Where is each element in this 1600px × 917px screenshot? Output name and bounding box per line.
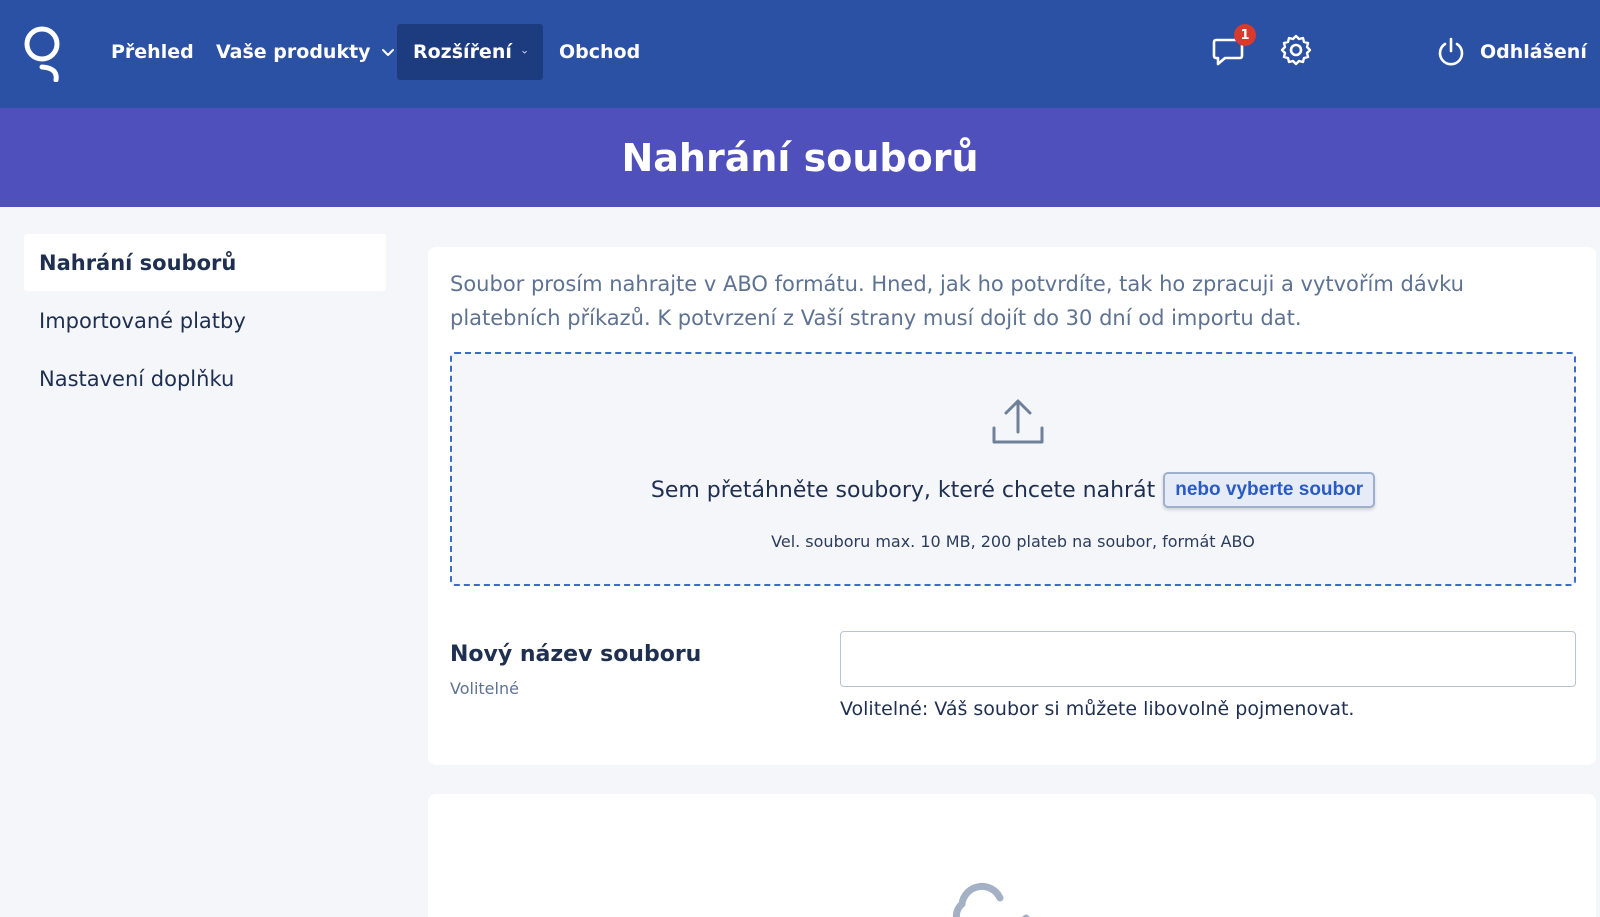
sidebar-item-label: Importované platby <box>39 308 246 333</box>
nav-item-label: Rozšíření <box>413 41 512 63</box>
upload-intro-text: Soubor prosím nahrajte v ABO formátu. Hn… <box>450 272 1464 330</box>
notification-badge: 1 <box>1234 24 1256 46</box>
nav-item-obchod[interactable]: Obchod <box>543 24 656 80</box>
top-navigation: Přehled Vaše produkty Rozšíření Obchod 1… <box>0 0 1600 108</box>
chevron-down-icon <box>381 49 394 56</box>
dropzone-hint: Vel. souboru max. 10 MB, 200 plateb na s… <box>771 532 1255 551</box>
cloud-upload-icon <box>952 882 1030 917</box>
file-dropzone[interactable]: Sem přetáhněte soubory, které chcete nah… <box>450 352 1576 586</box>
logout-label: Odhlášení <box>1480 41 1587 63</box>
sidebar: Nahrání souborů Importované platby Nasta… <box>24 234 386 408</box>
secondary-card <box>428 794 1596 917</box>
sidebar-item-label: Nahrání souborů <box>39 250 237 275</box>
chevron-down-icon <box>522 50 527 54</box>
filename-sublabel: Volitelné <box>450 679 519 698</box>
logout-button[interactable]: Odhlášení <box>1436 30 1587 74</box>
nav-item-label: Přehled <box>111 41 194 63</box>
filename-label: Nový název souboru <box>450 642 702 667</box>
filename-help-text: Volitelné: Váš soubor si můžete libovoln… <box>840 698 1355 720</box>
sidebar-item-label: Nastavení doplňku <box>39 366 235 391</box>
gear-icon[interactable] <box>1278 32 1314 68</box>
page-title: Nahrání souborů <box>621 135 979 180</box>
upload-icon <box>992 399 1044 444</box>
filename-input[interactable] <box>840 631 1576 687</box>
choose-file-button[interactable]: nebo vyberte soubor <box>1163 472 1376 508</box>
dropzone-text-row: Sem přetáhněte soubory, které chcete nah… <box>452 472 1574 508</box>
sidebar-item-nastaveni-doplnku[interactable]: Nastavení doplňku <box>24 350 386 407</box>
upload-card: Soubor prosím nahrajte v ABO formátu. Hn… <box>428 247 1596 765</box>
nav-item-prehled[interactable]: Přehled <box>95 24 210 80</box>
nav-item-vase-produkty[interactable]: Vaše produkty <box>200 24 411 80</box>
nav-item-label: Vaše produkty <box>216 41 371 63</box>
sidebar-item-importovane-platby[interactable]: Importované platby <box>24 292 386 349</box>
power-icon <box>1438 37 1464 66</box>
dropzone-text: Sem přetáhněte soubory, které chcete nah… <box>650 477 1156 503</box>
sidebar-item-nahrani-souboru[interactable]: Nahrání souborů <box>24 234 386 291</box>
nav-item-rozsireni[interactable]: Rozšíření <box>397 24 543 80</box>
page-banner: Nahrání souborů <box>0 108 1600 207</box>
nav-item-label: Obchod <box>559 41 641 63</box>
logo-icon[interactable] <box>22 24 62 82</box>
